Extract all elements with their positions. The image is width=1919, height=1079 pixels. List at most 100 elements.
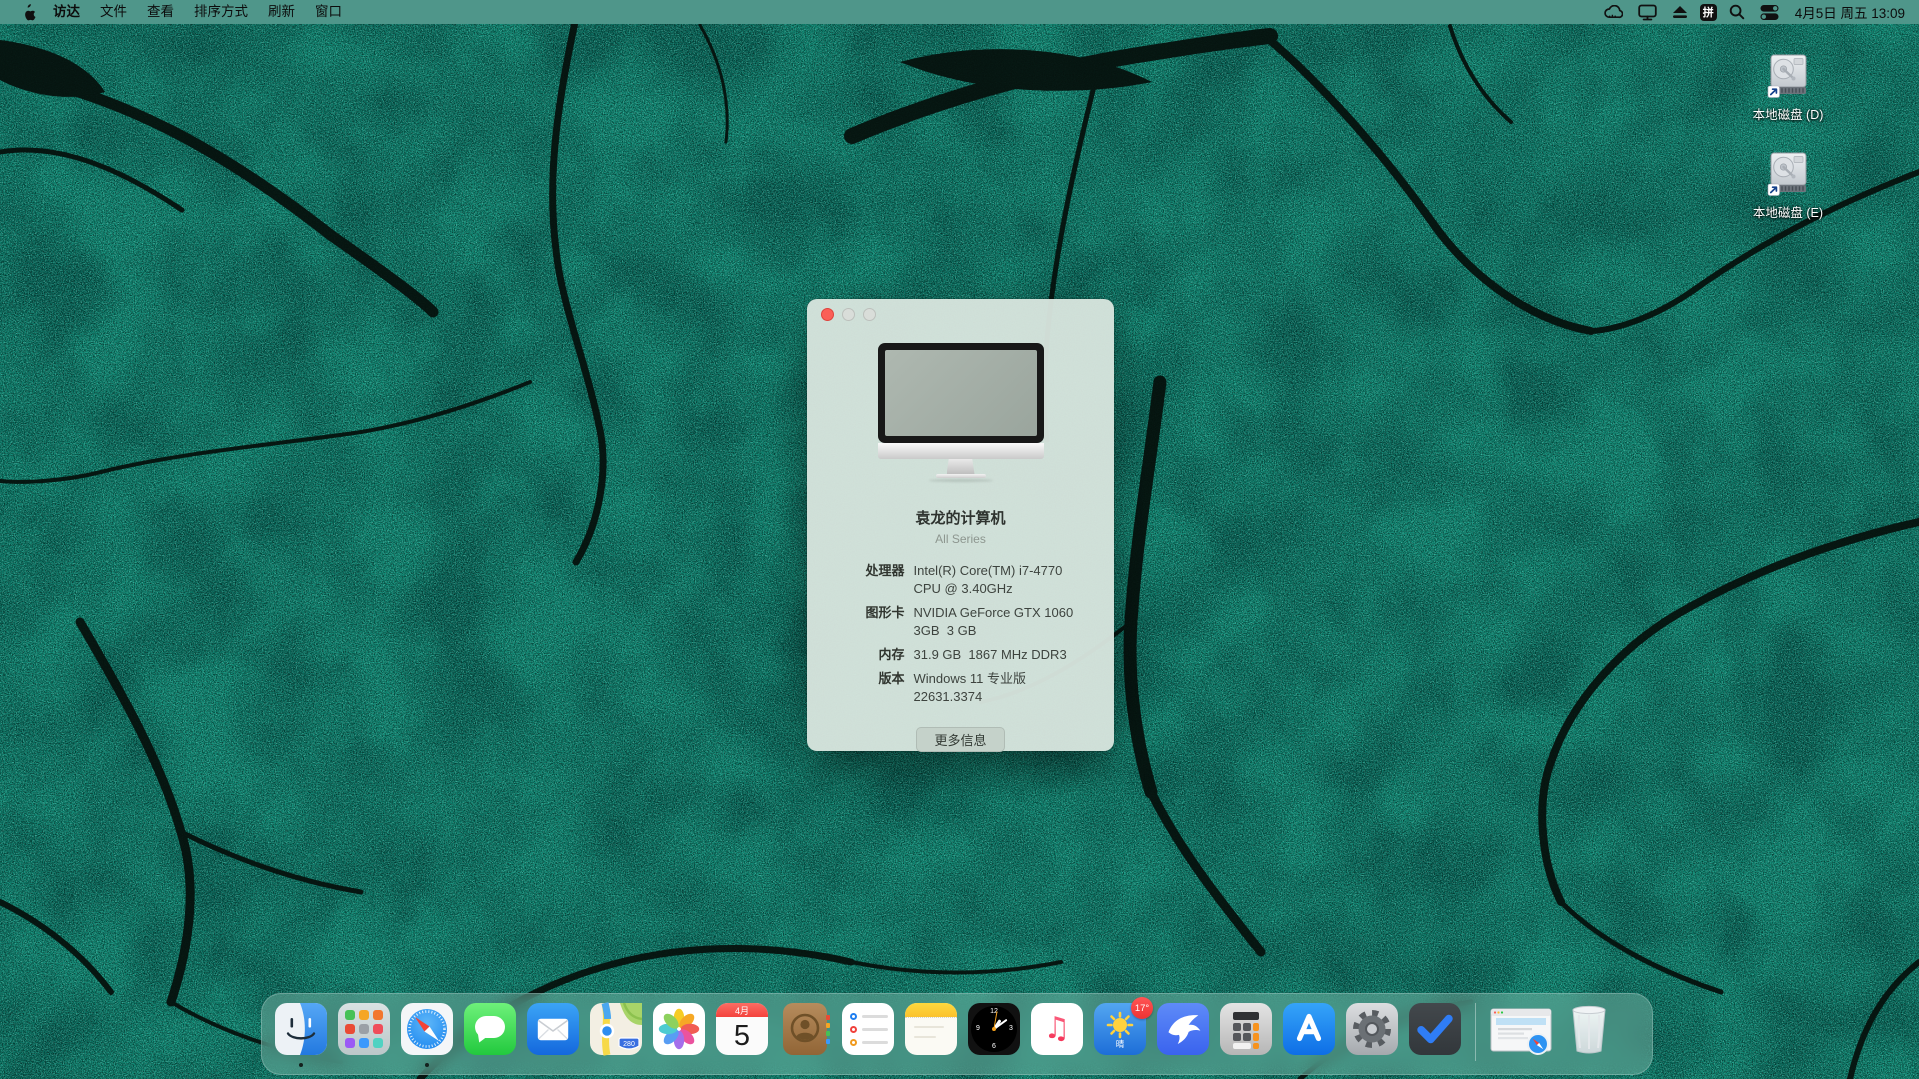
dock-clock[interactable]: 12 3 6 9 [968, 1003, 1020, 1055]
spec-value: Intel(R) Core(TM) i7-4770 CPU @ 3.40GHz [914, 562, 1090, 598]
launchpad-icon [338, 1003, 390, 1055]
spec-row-memory: 内存 31.9 GB 1867 MHz DDR3 [825, 646, 1097, 664]
weather-badge: 17° [1131, 997, 1153, 1019]
spec-label: 图形卡 [825, 604, 905, 640]
calendar-month: 4月 [716, 1003, 768, 1017]
trash-icon [1565, 1003, 1613, 1055]
finder-icon [275, 1003, 327, 1055]
search-icon[interactable] [1726, 0, 1748, 24]
dock-mail[interactable] [527, 1003, 579, 1055]
running-indicator [425, 1063, 429, 1067]
dock-reminders[interactable] [842, 1003, 894, 1055]
dock-maps[interactable]: 280 [590, 1003, 642, 1055]
menu-bar-right: 拼 4月5日 周五 13:09 [1601, 0, 1919, 24]
mail-icon [527, 1003, 579, 1055]
dock-photos[interactable] [653, 1003, 705, 1055]
dock-app-store[interactable] [1283, 1003, 1335, 1055]
settings-gear-icon [1346, 1003, 1398, 1055]
route-shield: 280 [619, 1038, 639, 1049]
hard-disk-icon [1767, 53, 1809, 99]
menu-view[interactable]: 查看 [137, 0, 184, 24]
display-icon[interactable] [1635, 0, 1660, 24]
spec-value: NVIDIA GeForce GTX 1060 3GB 3 GB [914, 604, 1090, 640]
dock-calculator[interactable] [1220, 1003, 1272, 1055]
apple-menu-icon[interactable] [13, 3, 43, 21]
dock-contacts[interactable] [779, 1003, 831, 1055]
about-dialog: 袁龙的计算机 All Series 处理器 Intel(R) Core(TM) … [807, 299, 1114, 751]
shortcut-arrow-overlay [1768, 184, 1780, 196]
hard-disk-icon [1767, 151, 1809, 197]
weather-condition: 晴 [1094, 1038, 1146, 1050]
close-button[interactable] [821, 308, 834, 321]
spec-row-processor: 处理器 Intel(R) Core(TM) i7-4770 CPU @ 3.40… [825, 562, 1097, 598]
control-center-icon[interactable] [1757, 0, 1782, 24]
menubar-clock[interactable]: 4月5日 周五 13:09 [1791, 2, 1905, 22]
dock-weather[interactable]: 晴 17° [1094, 1003, 1146, 1055]
dock-safari[interactable] [401, 1003, 453, 1055]
reminders-icon [842, 1003, 894, 1055]
dock-notes[interactable] [905, 1003, 957, 1055]
computer-name: 袁龙的计算机 [807, 507, 1114, 528]
weather-icon: 晴 17° [1094, 1003, 1146, 1055]
running-indicator [299, 1063, 303, 1067]
minimize-button[interactable] [842, 308, 855, 321]
calendar-icon: 4月 5 [716, 1003, 768, 1055]
imac-illustration [878, 343, 1044, 482]
dock-music[interactable]: ♫ [1031, 1003, 1083, 1055]
cloud-icon[interactable] [1601, 0, 1626, 24]
dock: 280 4月 5 [261, 993, 1653, 1075]
menu-bar: 访达 文件 查看 排序方式 刷新 窗口 拼 [0, 0, 1919, 24]
messages-icon [464, 1003, 516, 1055]
dock-minimized-safari-window[interactable] [1490, 1006, 1554, 1058]
desktop-shortcut-disk-d[interactable]: 本地磁盘 (D) [1730, 53, 1846, 123]
calculator-icon [1220, 1003, 1272, 1055]
app-store-icon [1283, 1003, 1335, 1055]
dock-todo[interactable] [1409, 1003, 1461, 1055]
dock-messages[interactable] [464, 1003, 516, 1055]
notes-icon [905, 1003, 957, 1055]
spec-value: 31.9 GB 1867 MHz DDR3 [914, 646, 1090, 664]
dock-settings[interactable] [1346, 1003, 1398, 1055]
dock-trash[interactable] [1565, 1003, 1613, 1055]
safari-icon [401, 1003, 453, 1055]
music-icon: ♫ [1031, 1003, 1083, 1055]
menu-bar-left: 访达 文件 查看 排序方式 刷新 窗口 [0, 0, 352, 24]
todo-check-icon [1409, 1003, 1461, 1055]
maps-icon: 280 [590, 1003, 642, 1055]
photos-icon [653, 1003, 705, 1055]
clock-icon: 12 3 6 9 [968, 1003, 1020, 1055]
dock-launchpad[interactable] [338, 1003, 390, 1055]
dock-finder[interactable] [275, 1003, 327, 1055]
spec-label: 处理器 [825, 562, 905, 598]
contacts-icon [779, 1003, 831, 1055]
window-controls [821, 308, 876, 321]
dock-separator [1475, 1003, 1476, 1061]
minimized-window-thumbnail [1490, 1006, 1554, 1058]
spec-label: 版本 [825, 670, 905, 706]
model-series: All Series [807, 532, 1114, 546]
spec-row-graphics: 图形卡 NVIDIA GeForce GTX 1060 3GB 3 GB [825, 604, 1097, 640]
safari-badge-icon [1527, 1033, 1549, 1055]
more-info-button[interactable]: 更多信息 [916, 727, 1004, 752]
shortcut-label: 本地磁盘 (E) [1753, 202, 1823, 221]
menu-finder[interactable]: 访达 [43, 0, 90, 24]
eject-icon[interactable] [1669, 0, 1691, 24]
dock-calendar[interactable]: 4月 5 [716, 1003, 768, 1055]
input-method-badge[interactable]: 拼 [1700, 4, 1717, 21]
shortcut-arrow-overlay [1768, 86, 1780, 98]
menu-refresh[interactable]: 刷新 [258, 0, 305, 24]
menu-window[interactable]: 窗口 [305, 0, 352, 24]
spec-value: Windows 11 专业版 22631.3374 [914, 670, 1090, 706]
spec-list: 处理器 Intel(R) Core(TM) i7-4770 CPU @ 3.40… [825, 562, 1097, 706]
svg-text:280: 280 [623, 1041, 635, 1048]
calendar-day: 5 [716, 1017, 768, 1055]
spec-label: 内存 [825, 646, 905, 664]
zoom-button[interactable] [863, 308, 876, 321]
dock-thunder[interactable] [1157, 1003, 1209, 1055]
thunder-bird-icon [1157, 1003, 1209, 1055]
menu-sort[interactable]: 排序方式 [184, 0, 258, 24]
spec-row-version: 版本 Windows 11 专业版 22631.3374 [825, 670, 1097, 706]
desktop-shortcut-disk-e[interactable]: 本地磁盘 (E) [1730, 151, 1846, 221]
menu-file[interactable]: 文件 [90, 0, 137, 24]
shortcut-label: 本地磁盘 (D) [1753, 104, 1824, 123]
